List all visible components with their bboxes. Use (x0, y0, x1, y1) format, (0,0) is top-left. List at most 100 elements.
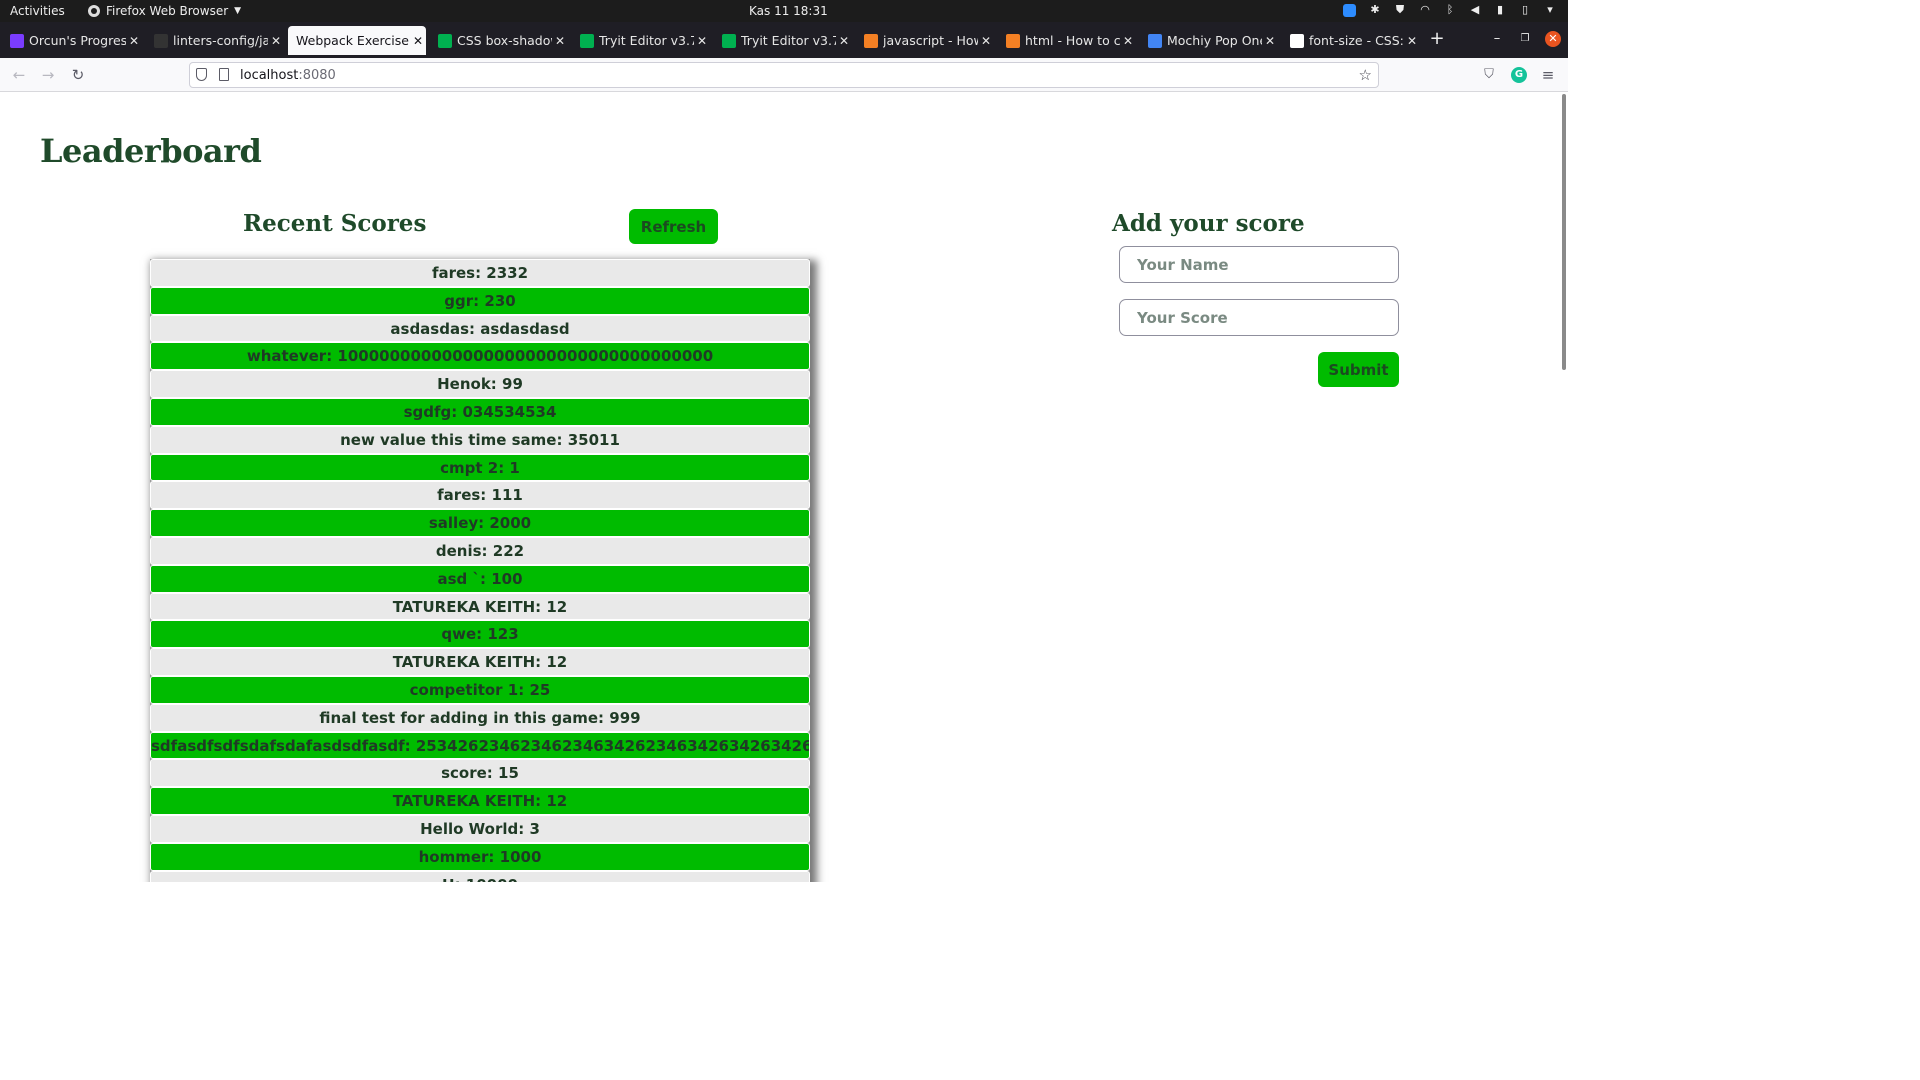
score-row: ggr: 230 (150, 286, 810, 315)
pocket-icon[interactable]: ⛉ (1481, 67, 1497, 83)
score-row: denis: 222 (150, 536, 810, 565)
score-row: fares: 111 (150, 481, 810, 510)
window-close-button[interactable]: ✕ (1545, 31, 1561, 47)
score-row: fares: 2332 (150, 259, 810, 287)
name-input[interactable] (1119, 246, 1399, 283)
tab-close-icon[interactable]: ✕ (552, 34, 568, 48)
app-menu[interactable]: Firefox Web Browser ▼ (88, 4, 241, 18)
tab[interactable]: javascript - How t✕ (856, 26, 994, 55)
tab-title: Webpack Exercise (296, 33, 409, 48)
score-row: TATUREKA KEITH: 12 (150, 787, 810, 815)
url-bar[interactable]: localhost:8080 ☆ (189, 62, 1379, 88)
favicon-icon (1006, 33, 1020, 48)
tab-close-icon[interactable]: ✕ (1262, 34, 1278, 48)
system-top-bar: Activities Firefox Web Browser ▼ Kas 11 … (0, 0, 1568, 22)
tracking-protection-icon[interactable] (196, 68, 207, 81)
system-tray[interactable]: ✱ ⛊ ◠ ᛒ ◀ ▮ ▯ ▾ (1343, 3, 1556, 17)
tab[interactable]: Webpack Exercise ✕ (288, 26, 426, 55)
firefox-icon (88, 5, 100, 17)
submit-button[interactable]: Submit (1318, 352, 1399, 387)
favicon-icon (722, 33, 736, 48)
activities-button[interactable]: Activities (10, 4, 65, 18)
url-host: localhost (240, 68, 299, 83)
tab-close-icon[interactable]: ✕ (1120, 34, 1136, 48)
score-row: final test for adding in this game: 999 (150, 703, 810, 732)
tab-close-icon[interactable]: ✕ (126, 34, 142, 48)
score-row: asdasdas: asdasdasd (150, 314, 810, 343)
page-info-icon[interactable] (219, 68, 229, 81)
score-row: H: 10000 (150, 870, 810, 882)
chevron-down-icon[interactable]: ▾ (1544, 3, 1556, 17)
slack-icon[interactable]: ✱ (1369, 3, 1381, 17)
volume-icon[interactable]: ◀ (1469, 3, 1481, 17)
tab-title: font-size - CSS: Ca (1309, 33, 1404, 48)
recent-scores-heading: Recent Scores (243, 210, 427, 237)
tab-title: CSS box-shadow p (457, 33, 552, 48)
tab[interactable]: font-size - CSS: Ca✕ (1282, 26, 1420, 55)
tab-title: Tryit Editor v3.7 (741, 33, 836, 48)
tab[interactable]: Mochiy Pop One -✕ (1140, 26, 1278, 55)
score-row: TATUREKA KEITH: 12 (150, 592, 810, 621)
favicon-icon (438, 33, 452, 48)
tab-close-icon[interactable]: ✕ (410, 34, 426, 48)
score-input[interactable] (1119, 299, 1399, 336)
battery-icon[interactable]: ▯ (1519, 3, 1531, 17)
refresh-button[interactable]: Refresh (629, 209, 718, 244)
tab-close-icon[interactable]: ✕ (268, 34, 284, 48)
favicon-icon (10, 33, 24, 48)
navigation-bar: ← → ↻ localhost:8080 ☆ ⛉ G ≡ (0, 58, 1568, 92)
favicon-icon (1290, 33, 1304, 48)
tab-title: html - How to cha (1025, 33, 1120, 48)
bluetooth-icon[interactable]: ᛒ (1444, 3, 1456, 17)
grammarly-icon[interactable]: G (1511, 67, 1527, 83)
clock[interactable]: Kas 11 18:31 (749, 4, 828, 18)
tab[interactable]: Orcun's Progress ✕ (2, 26, 142, 55)
tab[interactable]: CSS box-shadow p✕ (430, 26, 568, 55)
tab-close-icon[interactable]: ✕ (694, 34, 710, 48)
score-row: score: 15 (150, 759, 810, 788)
bookmark-star-icon[interactable]: ☆ (1359, 66, 1372, 84)
back-arrow-icon[interactable]: ← (9, 65, 29, 85)
score-row: qwe: 123 (150, 620, 810, 649)
page-scrollbar[interactable] (1562, 94, 1566, 370)
restore-button[interactable]: ❐ (1517, 30, 1533, 48)
new-tab-button[interactable]: + (1429, 30, 1445, 48)
tab[interactable]: linters-config/java✕ (146, 26, 284, 55)
tab[interactable]: html - How to cha✕ (998, 26, 1136, 55)
minimize-button[interactable]: – (1489, 30, 1505, 48)
score-row: hommer: 1000 (150, 842, 810, 871)
hamburger-menu-icon[interactable]: ≡ (1540, 67, 1556, 83)
score-row: whatever: 100000000000000000000000000000… (150, 342, 810, 371)
page-content: Leaderboard Recent Scores Refresh fares:… (0, 92, 1568, 882)
tab-title: Tryit Editor v3.7 (599, 33, 694, 48)
wifi-icon[interactable]: ◠ (1419, 3, 1431, 17)
score-row: salley: 2000 (150, 509, 810, 537)
score-row: competitor 1: 25 (150, 675, 810, 704)
url-text[interactable]: localhost:8080 (240, 68, 336, 83)
url-port: :8080 (298, 68, 336, 83)
forward-arrow-icon[interactable]: → (38, 65, 58, 85)
score-row: cmpt 2: 1 (150, 453, 810, 482)
microphone-icon[interactable]: ▮ (1494, 3, 1506, 17)
favicon-icon (1148, 33, 1162, 48)
zoom-icon[interactable] (1343, 3, 1356, 17)
score-row: new value this time same: 35011 (150, 425, 810, 454)
shield-icon[interactable]: ⛊ (1394, 3, 1406, 17)
tab-title: linters-config/java (173, 33, 268, 48)
tab[interactable]: Tryit Editor v3.7 ✕ (572, 26, 710, 55)
score-list: fares: 2332 ggr: 230 asdasdas: asdasdasd wh… (150, 259, 810, 882)
tab-title: Mochiy Pop One - (1167, 33, 1262, 48)
tab-close-icon[interactable]: ✕ (978, 34, 994, 48)
favicon-icon (154, 33, 168, 48)
favicon-icon (864, 33, 878, 48)
score-row: Henok: 99 (150, 370, 810, 398)
tab-close-icon[interactable]: ✕ (1404, 34, 1420, 48)
score-row: sgdfg: 034534534 (150, 397, 810, 426)
score-row: asd `: 100 (150, 564, 810, 593)
score-row: TATUREKA KEITH: 12 (150, 648, 810, 676)
tab-strip: Orcun's Progress✕linters-config/java✕Web… (0, 22, 1568, 58)
favicon-icon (580, 33, 594, 48)
reload-icon[interactable]: ↻ (68, 65, 88, 85)
tab-close-icon[interactable]: ✕ (836, 34, 852, 48)
tab[interactable]: Tryit Editor v3.7 ✕ (714, 26, 852, 55)
